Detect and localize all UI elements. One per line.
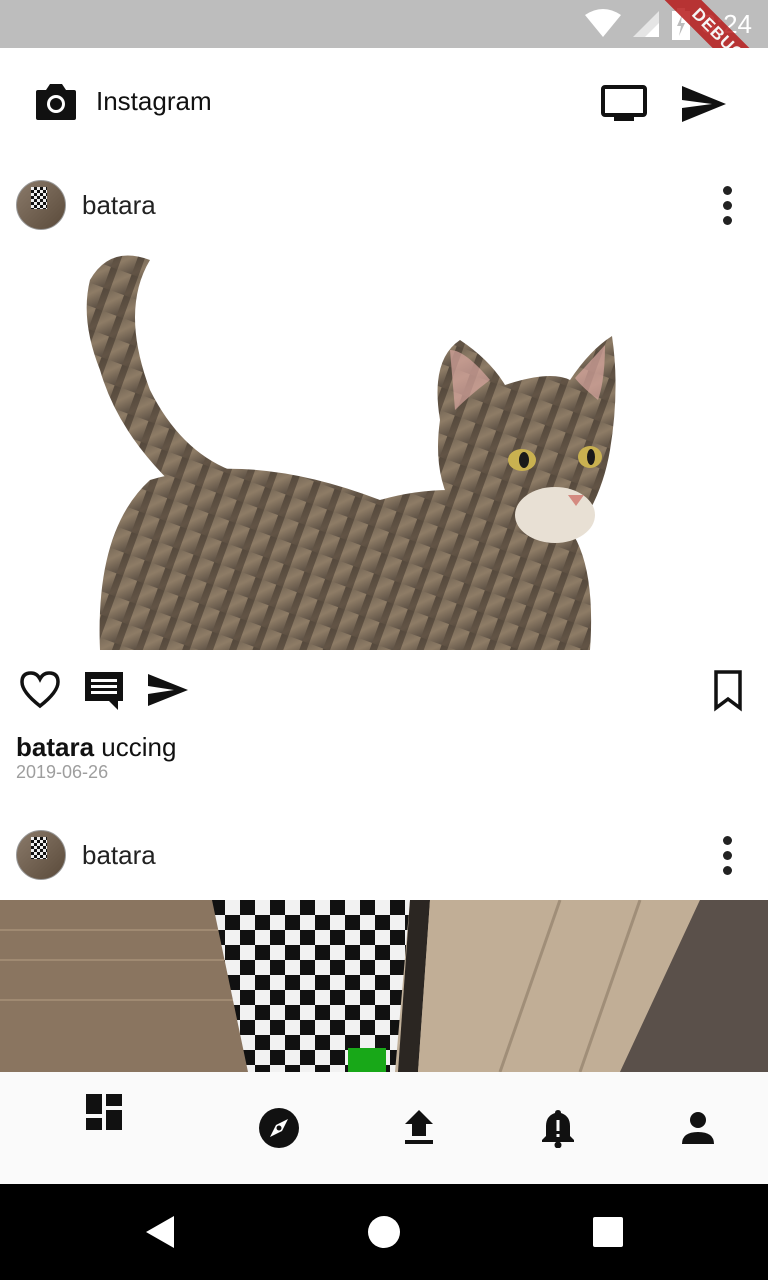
cellular-icon bbox=[633, 11, 660, 37]
more-options-icon[interactable] bbox=[716, 184, 740, 228]
send-icon[interactable] bbox=[680, 82, 728, 126]
caption-text: uccing bbox=[101, 732, 177, 762]
recents-button[interactable] bbox=[560, 1184, 656, 1280]
post-header: batara bbox=[0, 810, 768, 900]
caption-username[interactable]: batara bbox=[16, 732, 94, 762]
post-date: 2019-06-26 bbox=[16, 762, 109, 782]
back-button[interactable] bbox=[112, 1184, 208, 1280]
avatar[interactable] bbox=[16, 180, 66, 230]
system-navigation-bar bbox=[0, 1184, 768, 1280]
nav-upload[interactable] bbox=[369, 1072, 469, 1184]
dashboard-icon bbox=[86, 1094, 122, 1130]
tv-icon[interactable] bbox=[600, 84, 648, 124]
status-bar: 3:24 DEBUG bbox=[0, 0, 768, 108]
post-image[interactable] bbox=[0, 900, 768, 1072]
app-title: Instagram bbox=[96, 86, 212, 116]
room-photo bbox=[0, 900, 768, 1072]
cat-photo bbox=[86, 255, 616, 650]
back-icon bbox=[146, 1216, 174, 1248]
post-username[interactable]: batara bbox=[82, 840, 156, 871]
app-bar: Instagram bbox=[0, 48, 768, 160]
bottom-navigation bbox=[0, 1072, 768, 1184]
send-icon[interactable] bbox=[146, 668, 190, 712]
recents-icon bbox=[593, 1217, 623, 1247]
nav-dashboard[interactable] bbox=[54, 1072, 154, 1184]
post-header: batara bbox=[0, 160, 768, 250]
wifi-icon bbox=[585, 9, 622, 37]
home-button[interactable] bbox=[336, 1184, 432, 1280]
post-actions bbox=[0, 660, 768, 720]
camera-icon[interactable] bbox=[34, 82, 78, 122]
comment-icon[interactable] bbox=[82, 668, 126, 712]
nav-notifications[interactable] bbox=[508, 1072, 608, 1184]
bookmark-icon[interactable] bbox=[706, 668, 750, 712]
post-caption: batara uccing bbox=[16, 732, 176, 763]
post-username[interactable]: batara bbox=[82, 190, 156, 221]
avatar[interactable] bbox=[16, 830, 66, 880]
explore-icon bbox=[259, 1108, 299, 1148]
nav-explore[interactable] bbox=[229, 1072, 329, 1184]
more-options-icon[interactable] bbox=[716, 834, 740, 878]
heart-icon[interactable] bbox=[18, 668, 62, 712]
upload-icon bbox=[405, 1110, 433, 1144]
home-icon bbox=[368, 1216, 400, 1248]
nav-profile[interactable] bbox=[648, 1072, 748, 1184]
notifications-icon bbox=[542, 1110, 574, 1148]
post-image[interactable] bbox=[0, 250, 768, 650]
profile-icon bbox=[682, 1112, 714, 1144]
